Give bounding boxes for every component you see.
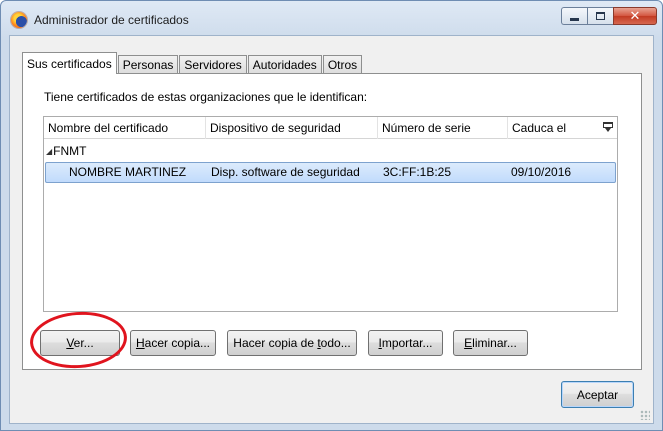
minimize-button[interactable]: [561, 7, 587, 25]
tab-authorities[interactable]: Autoridades: [247, 55, 322, 74]
import-button[interactable]: Importar...: [368, 330, 443, 356]
backup-button-label: Hacer copia...: [135, 336, 211, 350]
cell-serial-number: 3C:FF:1B:25: [383, 165, 452, 179]
view-button[interactable]: Ver...: [40, 330, 120, 356]
dialog-client-area: Sus certificados Personas Servidores Aut…: [9, 35, 654, 424]
ok-button[interactable]: Aceptar: [561, 381, 634, 408]
close-icon: ✕: [629, 8, 641, 24]
title-bar[interactable]: Administrador de certificados ✕: [1, 1, 662, 35]
column-header-name[interactable]: Nombre del certificado: [44, 117, 206, 139]
window-title: Administrador de certificados: [34, 13, 189, 27]
group-label: FNMT: [53, 144, 87, 158]
cell-expires: 09/10/2016: [511, 165, 572, 179]
window-controls: ✕: [561, 7, 657, 27]
minimize-icon: [570, 17, 579, 21]
import-button-label: Importar...: [378, 336, 433, 350]
firefox-icon: [11, 12, 27, 28]
expand-triangle-icon[interactable]: ◢: [46, 142, 52, 162]
ok-button-label: Aceptar: [576, 387, 619, 402]
column-header-serial[interactable]: Número de serie: [378, 117, 508, 139]
tab-strip: Sus certificados Personas Servidores Aut…: [22, 51, 363, 74]
certificate-tree[interactable]: Nombre del certificado Dispositivo de se…: [43, 116, 618, 312]
resize-grip-icon[interactable]: [640, 410, 650, 420]
column-header-device[interactable]: Dispositivo de seguridad: [206, 117, 378, 139]
intro-text: Tiene certificados de estas organizacion…: [44, 90, 368, 104]
delete-button[interactable]: Eliminar...: [453, 330, 528, 356]
tab-your-certificates[interactable]: Sus certificados: [22, 52, 117, 74]
tree-header: Nombre del certificado Dispositivo de se…: [44, 117, 617, 139]
maximize-icon: [596, 12, 605, 20]
backup-button[interactable]: Hacer copia...: [130, 330, 216, 356]
certificate-manager-window: Administrador de certificados ✕ Sus cert…: [0, 0, 663, 431]
tab-servers[interactable]: Servidores: [179, 55, 247, 74]
backup-all-button-label: Hacer copia de todo...: [233, 336, 351, 350]
delete-button-label: Eliminar...: [464, 336, 517, 350]
tab-panel-your-certificates: Tiene certificados de estas organizacion…: [22, 73, 642, 370]
tree-group-fnmt[interactable]: ◢FNMT: [44, 141, 86, 161]
cell-certificate-name: NOMBRE MARTINEZ: [69, 165, 187, 179]
tab-people[interactable]: Personas: [117, 55, 179, 74]
close-button[interactable]: ✕: [613, 7, 657, 25]
column-picker-icon[interactable]: [602, 121, 614, 133]
table-row[interactable]: NOMBRE MARTINEZ Disp. software de seguri…: [45, 162, 616, 183]
maximize-button[interactable]: [587, 7, 613, 25]
backup-all-button[interactable]: Hacer copia de todo...: [227, 330, 357, 356]
cell-security-device: Disp. software de seguridad: [211, 165, 360, 179]
column-header-expires[interactable]: Caduca el: [508, 117, 598, 139]
view-button-label: Ver...: [66, 336, 94, 350]
tab-others[interactable]: Otros: [322, 55, 363, 74]
